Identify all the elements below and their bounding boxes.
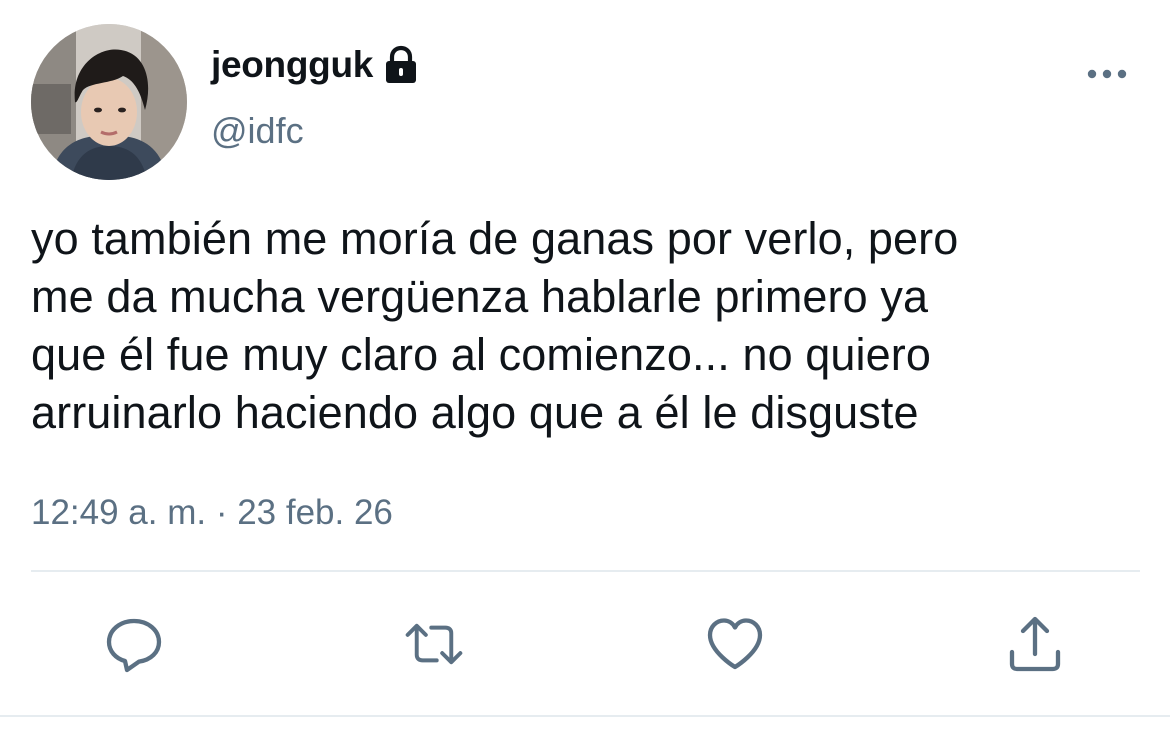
heart-icon (707, 618, 763, 670)
reply-button[interactable] (104, 614, 164, 674)
avatar[interactable] (31, 24, 187, 180)
lock-icon (383, 45, 419, 85)
share-icon (1009, 616, 1061, 672)
author-name-row: jeongguk (211, 40, 419, 90)
retweet-icon (405, 623, 463, 665)
avatar-photo (31, 24, 187, 180)
share-button[interactable] (1005, 614, 1065, 674)
display-name[interactable]: jeongguk (211, 44, 373, 86)
like-button[interactable] (705, 614, 765, 674)
reply-icon (106, 618, 162, 673)
more-options-icon[interactable] (1085, 62, 1129, 86)
retweet-button[interactable] (404, 614, 464, 674)
bottom-divider (0, 715, 1170, 717)
tweet-text: yo también me moría de ganas por verlo, … (31, 213, 959, 438)
divider (31, 570, 1140, 572)
user-handle[interactable]: @idfc (211, 110, 304, 152)
tweet-timestamp[interactable]: 12:49 a. m. · 23 feb. 26 (31, 493, 393, 533)
